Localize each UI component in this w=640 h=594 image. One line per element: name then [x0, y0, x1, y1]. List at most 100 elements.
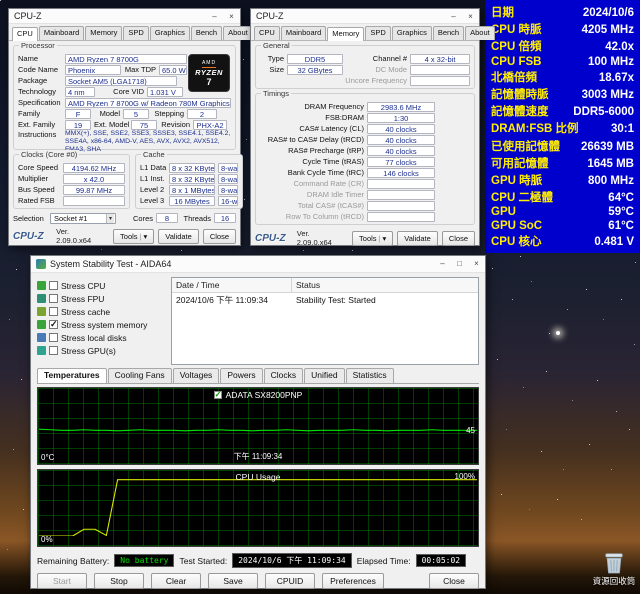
cpuid-button[interactable]: CPUID [265, 573, 315, 589]
stress-option-label[interactable]: Stress FPU [61, 294, 104, 304]
l1-inst-assoc-field: 8-way [218, 174, 238, 184]
threads-field: 16 [214, 213, 236, 223]
sensor-label: GPU 時脈 [491, 172, 542, 188]
tab-clocks[interactable]: Clocks [264, 368, 304, 383]
processor-section: Processor AMD RYZEN 7 Name AMD Ryzen 7 8… [13, 45, 236, 150]
stress-cache-checkbox[interactable] [49, 307, 58, 316]
log-col-status[interactable]: Status [292, 278, 478, 292]
tab-about[interactable]: About [223, 26, 253, 40]
log-col-datetime[interactable]: Date / Time [172, 278, 292, 292]
stress-option-label[interactable]: Stress CPU [61, 281, 105, 291]
tab-cooling-fans[interactable]: Cooling Fans [108, 368, 172, 383]
sensor-label: 記憶體時脈 [491, 86, 549, 102]
dram-idle-timer-field [367, 190, 435, 200]
sensor-row: CPU 核心0.481 V [491, 233, 634, 249]
field-label: Type [260, 54, 284, 63]
ext-family-field: 19 [65, 120, 91, 130]
stress-memory-checkbox[interactable] [49, 320, 58, 329]
cpuz-tabs: CPU Mainboard Memory SPD Graphics Bench … [9, 24, 240, 41]
stress-option-label[interactable]: Stress cache [61, 307, 110, 317]
titlebar[interactable]: CPU-Z – × [9, 9, 240, 24]
validate-button[interactable]: Validate [397, 231, 438, 246]
elapsed-time-label: Elapsed Time: [357, 556, 411, 566]
tab-mainboard[interactable]: Mainboard [281, 26, 326, 40]
l2-assoc-field: 8-way [218, 185, 238, 195]
close-button[interactable]: Close [203, 229, 236, 244]
preferences-button[interactable]: Preferences [322, 573, 384, 589]
tab-graphics[interactable]: Graphics [392, 26, 432, 40]
tab-graphics[interactable]: Graphics [150, 26, 190, 40]
tab-memory[interactable]: Memory [327, 27, 364, 41]
clear-button[interactable]: Clear [151, 573, 201, 589]
stress-option-row[interactable]: Stress FPU [37, 292, 165, 305]
sensor-value: 100 MHz [588, 56, 634, 68]
sensor-row: CPU 二極體64°C [491, 189, 634, 205]
titlebar[interactable]: System Stability Test - AIDA64 – □ × [31, 256, 485, 273]
stop-button[interactable]: Stop [94, 573, 144, 589]
max-tdp-field: 65.0 W [159, 65, 187, 75]
tab-spd[interactable]: SPD [123, 26, 148, 40]
close-button[interactable]: Close [442, 231, 475, 246]
stress-option-row[interactable]: Stress system memory [37, 318, 165, 331]
tab-cpu[interactable]: CPU [254, 26, 280, 40]
tools-button[interactable]: Tools|▾ [352, 231, 393, 246]
tab-powers[interactable]: Powers [220, 368, 262, 383]
minimize-button[interactable]: – [434, 256, 451, 272]
stress-disks-checkbox[interactable] [49, 333, 58, 342]
field-label: Row To Column (tRCD) [260, 212, 364, 221]
recycle-bin[interactable]: 資源回收筒 [588, 550, 640, 587]
legend-checkbox[interactable] [214, 391, 222, 399]
tab-voltages[interactable]: Voltages [173, 368, 220, 383]
tab-mainboard[interactable]: Mainboard [39, 26, 84, 40]
stress-option-row[interactable]: Stress local disks [37, 331, 165, 344]
badge-number: 7 [206, 77, 211, 87]
stress-option-label[interactable]: Stress system memory [61, 320, 147, 330]
stress-option-row[interactable]: Stress CPU [37, 279, 165, 292]
close-button[interactable]: × [468, 256, 485, 272]
tab-bench[interactable]: Bench [191, 26, 222, 40]
memory-size-field: 32 GBytes [287, 65, 343, 75]
tab-spd[interactable]: SPD [365, 26, 390, 40]
validate-button[interactable]: Validate [158, 229, 199, 244]
tab-cpu[interactable]: CPU [12, 27, 38, 41]
tab-memory[interactable]: Memory [85, 26, 122, 40]
sensor-value: 59°C [608, 206, 634, 218]
maximize-button[interactable]: □ [451, 256, 468, 272]
titlebar[interactable]: CPU-Z – × [251, 9, 479, 24]
close-button[interactable]: Close [429, 573, 479, 589]
close-button[interactable]: × [223, 9, 240, 23]
selection-value: Socket #1 [54, 214, 87, 223]
sensor-value: 3003 MHz [582, 89, 634, 101]
desktop: { "desktop": { "recycle_bin_label": "資源回… [0, 0, 640, 594]
tab-unified[interactable]: Unified [304, 368, 344, 383]
sensor-row: CPU 倍頻42.0x [491, 38, 634, 54]
tab-about[interactable]: About [465, 26, 495, 40]
tab-temperatures[interactable]: Temperatures [37, 368, 107, 383]
start-button[interactable]: Start [37, 573, 87, 589]
close-button[interactable]: × [462, 9, 479, 23]
stress-option-row[interactable]: Stress GPU(s) [37, 344, 165, 357]
badge-brand: AMD [202, 60, 216, 68]
sensor-row: 已使用記憶體26639 MB [491, 138, 634, 154]
tab-bench[interactable]: Bench [433, 26, 464, 40]
stress-cpu-checkbox[interactable] [49, 281, 58, 290]
log-status: Stability Test: Started [292, 293, 478, 306]
save-button[interactable]: Save [208, 573, 258, 589]
sensor-row: CPU 時脈4205 MHz [491, 21, 634, 37]
field-label: Ext. Family [18, 120, 62, 129]
l1-data-field: 8 x 32 KBytes [169, 163, 215, 173]
aida64-icon [36, 259, 46, 269]
multiplier-field: x 42.0 [63, 174, 125, 184]
tab-statistics[interactable]: Statistics [346, 368, 394, 383]
minimize-button[interactable]: – [445, 9, 462, 23]
stress-fpu-checkbox[interactable] [49, 294, 58, 303]
tools-button[interactable]: Tools|▾ [113, 229, 154, 244]
stress-option-label[interactable]: Stress GPU(s) [61, 346, 116, 356]
stress-option-label[interactable]: Stress local disks [61, 333, 127, 343]
selection-dropdown[interactable]: Socket #1 ▾ [50, 213, 116, 224]
aida64-window: System Stability Test - AIDA64 – □ × Str… [30, 255, 486, 589]
stress-option-row[interactable]: Stress cache [37, 305, 165, 318]
sensor-label: CPU FSB [491, 56, 541, 68]
stress-gpu-checkbox[interactable] [49, 346, 58, 355]
minimize-button[interactable]: – [206, 9, 223, 23]
